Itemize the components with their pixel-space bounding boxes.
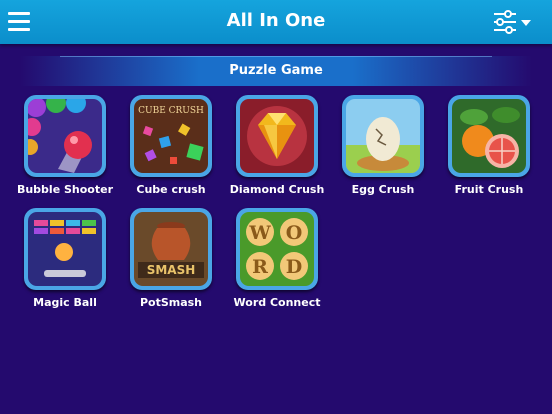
game-tile-magic-ball[interactable]: Magic Ball bbox=[12, 208, 118, 320]
svg-text:CUBE CRUSH: CUBE CRUSH bbox=[138, 106, 204, 116]
svg-text:W: W bbox=[248, 222, 271, 244]
game-label: Magic Ball bbox=[33, 296, 97, 309]
top-app-bar: All In One bbox=[0, 0, 552, 44]
egg-icon bbox=[346, 99, 420, 173]
game-tile-egg-crush[interactable]: Egg Crush bbox=[330, 95, 436, 207]
game-label: Diamond Crush bbox=[229, 183, 325, 196]
fruit-icon bbox=[452, 99, 526, 173]
game-label: Fruit Crush bbox=[454, 183, 524, 196]
svg-text:O: O bbox=[286, 222, 303, 244]
game-tile-word-connect[interactable]: W O R D Word Connect bbox=[224, 208, 330, 320]
game-label: Bubble Shooter bbox=[16, 183, 114, 196]
cube-crush-icon: CUBE CRUSH bbox=[134, 99, 208, 173]
game-tile-cube-crush[interactable]: CUBE CRUSH Cube crush bbox=[118, 95, 224, 207]
magic-ball-icon bbox=[28, 212, 102, 286]
diamond-icon bbox=[240, 99, 314, 173]
game-tile-diamond-crush[interactable]: Diamond Crush bbox=[224, 95, 330, 207]
bubble-shooter-icon bbox=[28, 99, 102, 173]
word-connect-icon: W O R D bbox=[240, 212, 314, 286]
game-label: Word Connect bbox=[233, 296, 321, 309]
chevron-down-icon bbox=[521, 20, 531, 26]
svg-text:R: R bbox=[252, 256, 268, 278]
pot-icon: SMASH bbox=[134, 212, 208, 286]
game-label: PotSmash bbox=[139, 296, 203, 309]
section-title: Puzzle Game bbox=[229, 63, 323, 78]
svg-text:SMASH: SMASH bbox=[147, 263, 196, 277]
game-tile-bubble-shooter[interactable]: Bubble Shooter bbox=[12, 95, 118, 207]
game-label: Cube crush bbox=[136, 183, 206, 196]
game-label: Egg Crush bbox=[351, 183, 415, 196]
sliders-filter-icon bbox=[494, 10, 531, 34]
filter-dropdown-button[interactable] bbox=[492, 9, 540, 35]
game-tile-fruit-crush[interactable]: Fruit Crush bbox=[436, 95, 542, 207]
svg-text:D: D bbox=[286, 256, 302, 278]
page-title: All In One bbox=[226, 10, 326, 31]
game-tile-potsmash[interactable]: SMASH PotSmash bbox=[118, 208, 224, 320]
section-banner: Puzzle Game bbox=[20, 56, 532, 86]
